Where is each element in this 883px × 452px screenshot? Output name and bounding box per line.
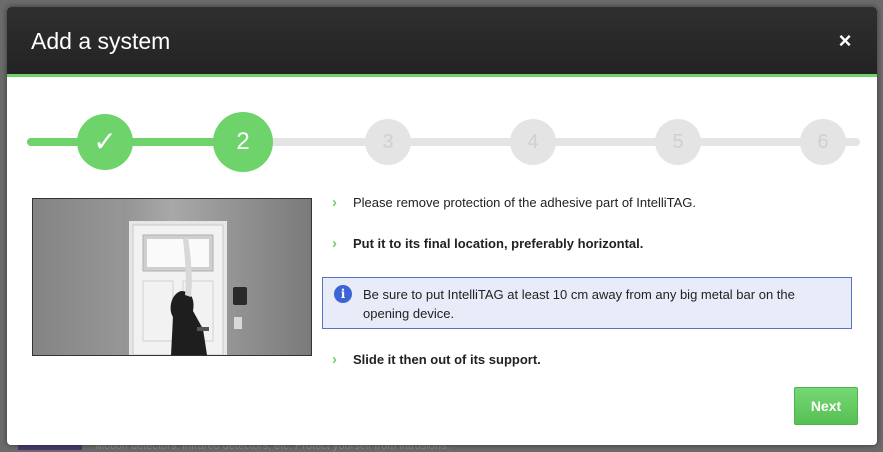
dialog-title: Add a system xyxy=(31,28,171,54)
step-6: 6 xyxy=(800,119,846,165)
next-button[interactable]: Next xyxy=(794,387,858,425)
progress-stepper: ✓ 2 3 4 5 6 xyxy=(27,111,860,172)
step-3: 3 xyxy=(365,119,411,165)
info-icon: i xyxy=(334,285,352,303)
chevron-right-icon: › xyxy=(332,194,337,211)
chevron-right-icon: › xyxy=(332,235,337,252)
dialog-header: Add a system × xyxy=(7,7,877,77)
installation-photo xyxy=(32,198,312,356)
close-button[interactable]: × xyxy=(831,27,859,55)
step-5: 5 xyxy=(655,119,701,165)
info-notice-text: Be sure to put IntelliTAG at least 10 cm… xyxy=(363,287,795,321)
step-2-current: 2 xyxy=(213,112,273,172)
add-system-dialog: Add a system × ✓ 2 3 4 5 6 › Please remo… xyxy=(7,7,877,445)
info-notice: i Be sure to put IntelliTAG at least 10 … xyxy=(322,277,852,329)
chevron-right-icon: › xyxy=(332,351,337,368)
step-1-complete-checkmark: ✓ xyxy=(77,114,133,170)
step-4: 4 xyxy=(510,119,556,165)
